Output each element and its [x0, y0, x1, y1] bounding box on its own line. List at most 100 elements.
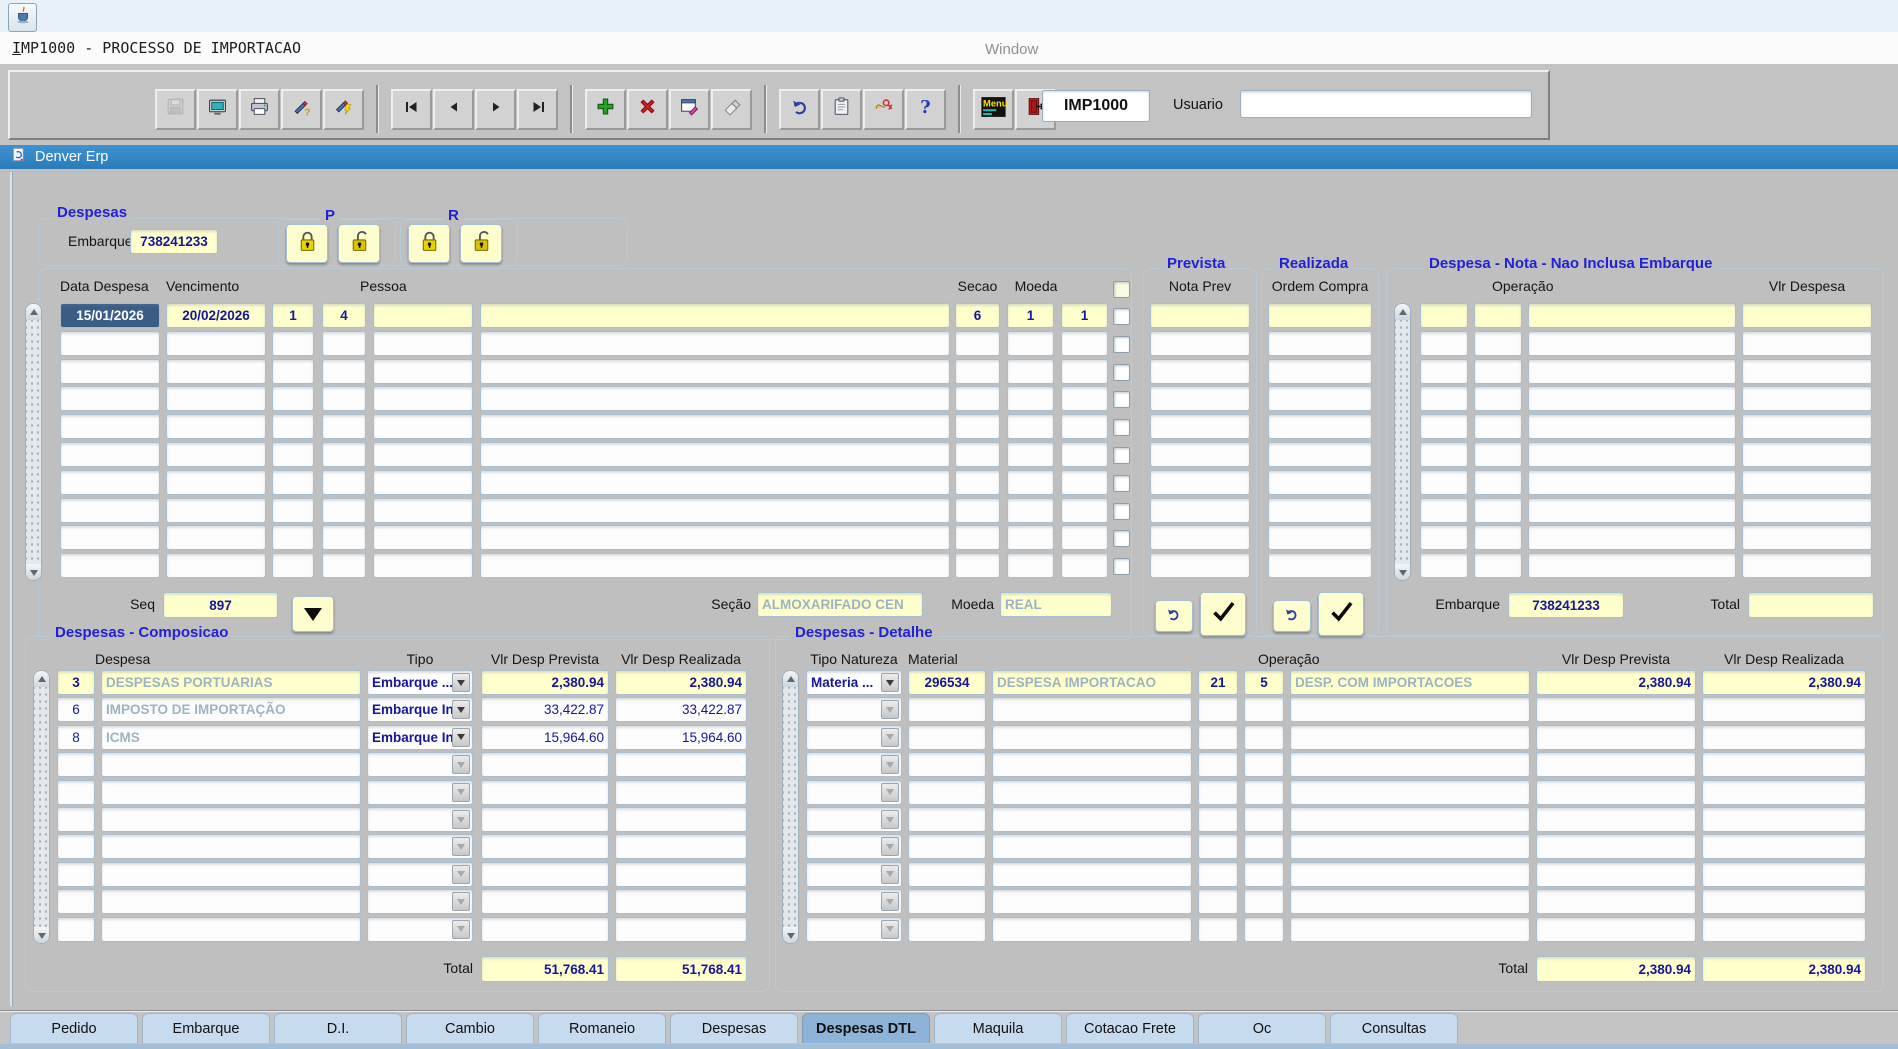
prevista-row-nota_prev[interactable] — [1150, 525, 1250, 550]
despesas-row-data[interactable]: 15/01/2026 — [60, 303, 160, 328]
detalhe-row-natureza[interactable] — [806, 862, 902, 887]
nota-row-op2[interactable] — [1474, 498, 1522, 523]
nota-row-vlr[interactable] — [1742, 498, 1872, 523]
prevista-row-nota_prev[interactable] — [1150, 470, 1250, 495]
detalhe-row-real[interactable] — [1702, 834, 1866, 859]
despesas-row-pessoa_nome[interactable] — [480, 386, 950, 411]
realizada-row-ordem_compra[interactable] — [1268, 303, 1372, 328]
realizada-confirm-button[interactable] — [1318, 592, 1364, 636]
despesas-row-pessoa_cod[interactable] — [373, 442, 473, 467]
scroll-track[interactable] — [34, 687, 49, 927]
detalhe-row-op_desc[interactable] — [1290, 862, 1530, 887]
despesas-row-moeda[interactable] — [1007, 414, 1054, 439]
nota-row-op2[interactable] — [1474, 470, 1522, 495]
tab-despesas-dtl[interactable]: Despesas DTL — [802, 1013, 930, 1043]
detalhe-row-op1[interactable] — [1198, 697, 1238, 722]
despesas-row-pessoa_cod[interactable] — [373, 303, 473, 328]
realizada-row-ordem_compra[interactable] — [1268, 414, 1372, 439]
detalhe-row-mat_cod[interactable] — [908, 697, 986, 722]
composicao-row-nome[interactable] — [101, 889, 361, 914]
tab-pedido[interactable]: Pedido — [10, 1013, 138, 1043]
despesa-nota-scrollbar[interactable] — [1394, 303, 1411, 581]
nota-embarque-field[interactable]: 738241233 — [1508, 592, 1624, 618]
despesas-row-f1[interactable]: 1 — [272, 303, 314, 328]
composicao-row-real[interactable] — [615, 807, 747, 832]
despesas-row-pessoa_nome[interactable] — [480, 303, 950, 328]
scroll-up-icon[interactable] — [34, 671, 49, 687]
tab-d-i-[interactable]: D.I. — [274, 1013, 402, 1043]
composicao-row-nome[interactable] — [101, 752, 361, 777]
prevista-row-nota_prev[interactable] — [1150, 386, 1250, 411]
nota-row-desc[interactable] — [1528, 303, 1736, 328]
tab-maquila[interactable]: Maquila — [934, 1013, 1062, 1043]
composicao-row-nome[interactable] — [101, 834, 361, 859]
lock-p-closed-button[interactable] — [286, 224, 328, 263]
despesas-row-venc[interactable] — [166, 331, 266, 356]
nota-row-op2[interactable] — [1474, 331, 1522, 356]
despesas-row-checkbox[interactable] — [1113, 530, 1130, 547]
despesas-row-pessoa_cod[interactable] — [373, 470, 473, 495]
detalhe-row-real[interactable] — [1702, 917, 1866, 942]
menu-button[interactable]: Menu — [973, 89, 1014, 130]
despesas-row-checkbox[interactable] — [1113, 336, 1130, 353]
despesas-row-venc[interactable] — [166, 498, 266, 523]
composicao-row-cod[interactable] — [57, 889, 95, 914]
detalhe-row-prev[interactable] — [1536, 889, 1696, 914]
despesas-row-pessoa_nome[interactable] — [480, 331, 950, 356]
composicao-row-tipo[interactable] — [367, 807, 473, 832]
despesas-row-moeda[interactable] — [1007, 553, 1054, 578]
detalhe-row-op2[interactable] — [1244, 697, 1284, 722]
nota-row-op1[interactable] — [1420, 442, 1468, 467]
despesas-row-secao[interactable] — [955, 525, 1000, 550]
detalhe-row-op_desc[interactable] — [1290, 889, 1530, 914]
despesas-row-moeda[interactable] — [1007, 359, 1054, 384]
despesas-row-moeda2[interactable]: 1 — [1061, 303, 1108, 328]
scroll-down-icon[interactable] — [34, 927, 49, 943]
detalhe-row-real[interactable] — [1702, 807, 1866, 832]
insert-record-button[interactable] — [585, 89, 626, 130]
despesas-row-checkbox[interactable] — [1113, 308, 1130, 325]
dropdown-arrow-icon[interactable] — [881, 673, 899, 692]
composicao-row-prev[interactable]: 15,964.60 — [481, 725, 609, 750]
despesas-row-pessoa_cod[interactable] — [373, 498, 473, 523]
despesas-row-pessoa_cod[interactable] — [373, 553, 473, 578]
composicao-row-real[interactable] — [615, 780, 747, 805]
detalhe-row-real[interactable] — [1702, 862, 1866, 887]
detalhe-row-op1[interactable]: 21 — [1198, 670, 1238, 695]
despesas-row-pessoa_cod[interactable] — [373, 359, 473, 384]
prevista-row-nota_prev[interactable] — [1150, 331, 1250, 356]
composicao-row-tipo[interactable] — [367, 889, 473, 914]
module-code-box[interactable]: IMP1000 — [1042, 90, 1150, 122]
detalhe-row-op1[interactable] — [1198, 725, 1238, 750]
despesas-row-f1[interactable] — [272, 386, 314, 411]
dropdown-arrow-icon[interactable] — [881, 837, 899, 856]
despesas-row-moeda2[interactable] — [1061, 553, 1108, 578]
detalhe-row-mat_desc[interactable] — [992, 752, 1192, 777]
nota-row-desc[interactable] — [1528, 386, 1736, 411]
despesas-row-pessoa_nome[interactable] — [480, 525, 950, 550]
detalhe-row-op2[interactable] — [1244, 917, 1284, 942]
nota-row-vlr[interactable] — [1742, 331, 1872, 356]
composicao-row-cod[interactable] — [57, 862, 95, 887]
despesas-row-secao[interactable] — [955, 442, 1000, 467]
nota-row-op2[interactable] — [1474, 553, 1522, 578]
dropdown-arrow-icon[interactable] — [881, 728, 899, 747]
tab-consultas[interactable]: Consultas — [1330, 1013, 1458, 1043]
embarque-field[interactable]: 738241233 — [130, 229, 218, 254]
composicao-row-prev[interactable] — [481, 807, 609, 832]
despesas-row-data[interactable] — [60, 553, 160, 578]
dropdown-arrow-icon[interactable] — [452, 783, 470, 802]
dropdown-arrow-icon[interactable] — [452, 673, 470, 692]
composicao-row-real[interactable] — [615, 862, 747, 887]
dropdown-arrow-icon[interactable] — [452, 865, 470, 884]
composicao-row-cod[interactable]: 3 — [57, 670, 95, 695]
composicao-row-tipo[interactable]: Embarque In... — [367, 697, 473, 722]
despesas-row-moeda[interactable]: 1 — [1007, 303, 1054, 328]
detalhe-row-real[interactable] — [1702, 889, 1866, 914]
detalhe-row-natureza[interactable] — [806, 889, 902, 914]
screen-button[interactable] — [197, 89, 238, 130]
despesas-row-f2[interactable]: 4 — [322, 303, 366, 328]
composicao-row-nome[interactable] — [101, 807, 361, 832]
last-record-button[interactable] — [517, 89, 558, 130]
detalhe-row-natureza[interactable] — [806, 697, 902, 722]
